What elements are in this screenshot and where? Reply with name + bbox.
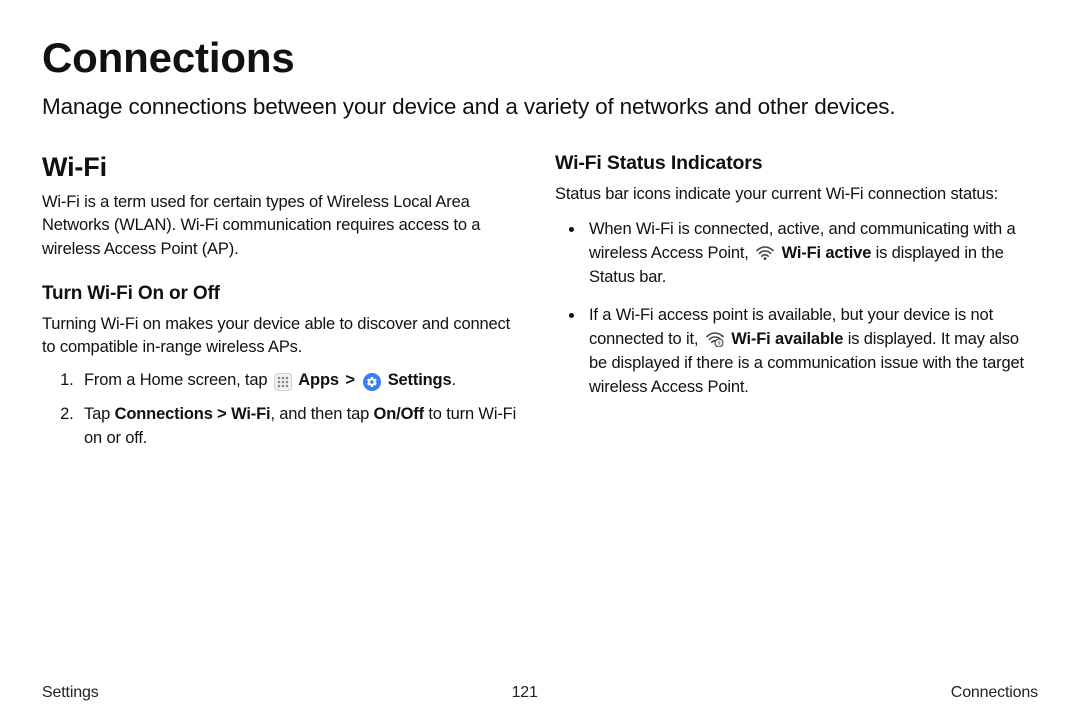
step-2-bold-1: Connections [115,405,213,423]
apps-icon [274,373,292,391]
footer-left: Settings [42,684,99,702]
footer-right: Connections [951,684,1038,702]
status-bullets: When Wi-Fi is connected, active, and com… [555,218,1038,399]
manual-page: Connections Manage connections between y… [0,0,1080,720]
wifi-status-description: Status bar icons indicate your current W… [555,183,1038,206]
page-footer: Settings 121 Connections [42,684,1038,702]
bullet-2: If a Wi-Fi access point is available, bu… [585,304,1038,400]
footer-page-number: 121 [512,684,538,702]
settings-label: Settings [388,371,452,389]
bullet-1: When Wi-Fi is connected, active, and com… [585,218,1038,290]
page-intro: Manage connections between your device a… [42,92,1038,122]
steps-list: From a Home screen, tap Apps > Settings.… [42,369,525,451]
turn-wifi-description: Turning Wi-Fi on makes your device able … [42,313,525,359]
wifi-active-label: Wi-Fi active [782,244,872,262]
step-2: Tap Connections > Wi-Fi, and then tap On… [78,403,525,451]
page-title: Connections [42,34,1038,82]
wifi-available-icon: ? [705,330,725,348]
step-2-mid: , and then tap [270,405,373,423]
wifi-status-heading: Wi-Fi Status Indicators [555,152,1038,175]
step-1-end: . [452,371,456,389]
wifi-active-icon [755,244,775,262]
wifi-heading: Wi-Fi [42,152,525,183]
wifi-available-label: Wi-Fi available [731,330,843,348]
settings-icon [363,373,381,391]
left-column: Wi-Fi Wi-Fi is a term used for certain t… [42,152,525,460]
step-2-sep-1: > [213,405,231,423]
step-2-bold-2: Wi-Fi [231,405,270,423]
turn-wifi-heading: Turn Wi-Fi On or Off [42,283,525,305]
right-column: Wi-Fi Status Indicators Status bar icons… [555,152,1038,460]
apps-label: Apps [298,371,339,389]
wifi-description: Wi-Fi is a term used for certain types o… [42,191,525,260]
step-2-text-a: Tap [84,405,115,423]
step-1: From a Home screen, tap Apps > Settings. [78,369,525,393]
breadcrumb-separator: > [343,371,356,389]
two-column-layout: Wi-Fi Wi-Fi is a term used for certain t… [42,152,1038,460]
step-1-text-a: From a Home screen, tap [84,371,267,389]
step-2-bold-3: On/Off [374,405,424,423]
